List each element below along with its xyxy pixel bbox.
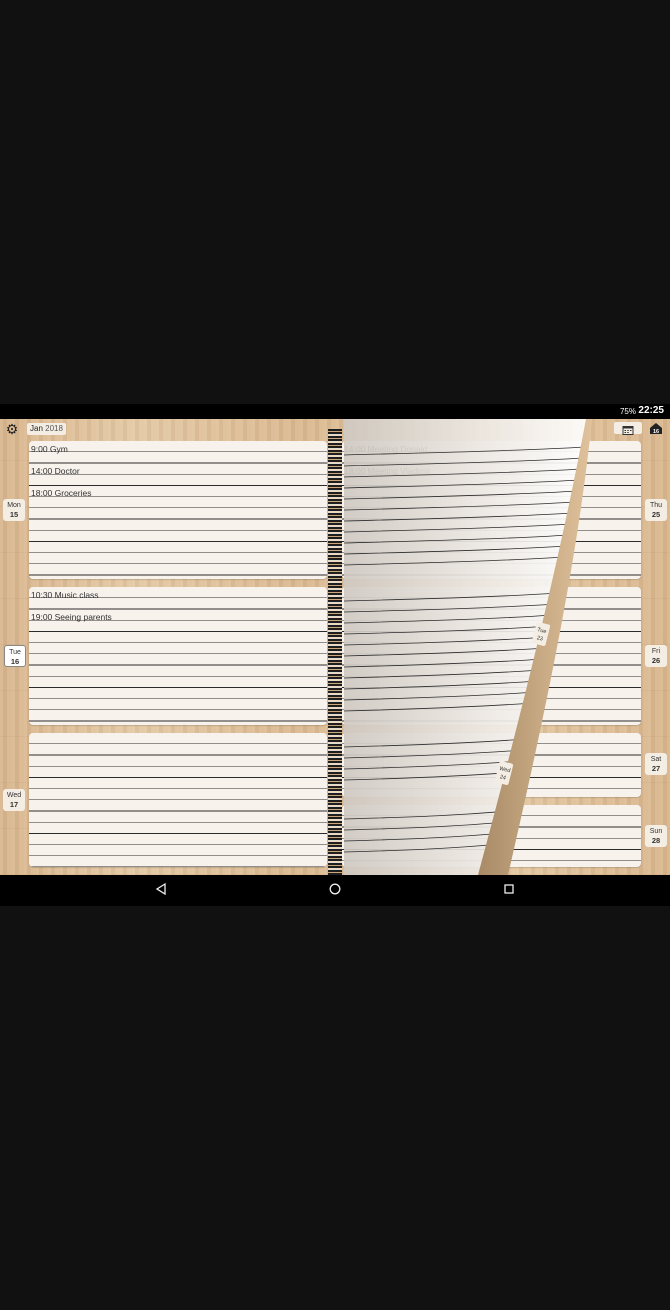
navigation-bar	[0, 875, 670, 906]
day-tab-number: 16	[10, 657, 20, 666]
home-icon[interactable]	[328, 883, 342, 897]
entry[interactable]: 14:00 Meeting Donald	[344, 444, 427, 454]
day-tab-wed[interactable]: Wed 17	[3, 789, 25, 811]
recents-icon[interactable]	[502, 883, 516, 897]
today-button[interactable]: 16	[648, 422, 664, 435]
gear-icon[interactable]: ⚙	[5, 422, 19, 436]
month-selector[interactable]: Jan 2018	[27, 423, 66, 435]
day-tab-number: 17	[9, 800, 19, 809]
day-tab-number: 26	[651, 656, 661, 665]
day-tab-label: Tue	[9, 649, 21, 656]
day-tab-mon[interactable]: Mon 15	[3, 499, 25, 521]
day-section-wed[interactable]	[29, 733, 327, 867]
day-tab-number: 28	[651, 836, 661, 845]
day-section-sun[interactable]	[342, 805, 641, 867]
day-tab-sat[interactable]: Sat 27	[645, 753, 667, 775]
entry[interactable]: 19:00 Seeing parents	[31, 612, 112, 622]
entry[interactable]: 14:00 Doctor	[31, 466, 80, 476]
year: 2018	[45, 424, 63, 433]
day-tab-number: 15	[9, 510, 19, 519]
day-section-fri[interactable]	[342, 587, 641, 725]
day-tab-label: Mon	[7, 502, 21, 509]
day-tab-fri[interactable]: Fri 26	[645, 645, 667, 667]
clock: 22:25	[638, 405, 664, 416]
planner: ⚙ Jan 2018 16 9:00 Gym 14:00 Doctor 18:0…	[0, 419, 670, 875]
status-bar: 75% 22:25	[0, 404, 670, 419]
day-section-tue[interactable]: 10:30 Music class 19:00 Seeing parents	[29, 587, 327, 725]
entry[interactable]: 18:00 Groceries	[31, 488, 91, 498]
day-tab-sun[interactable]: Sun 28	[645, 825, 667, 847]
day-section-mon[interactable]: 9:00 Gym 14:00 Doctor 18:00 Groceries	[29, 441, 327, 579]
day-section-thu[interactable]: 14:00 Meeting Donald 18:00 Meeting Vladi…	[342, 441, 641, 579]
day-tab-tue[interactable]: Tue 16	[4, 645, 26, 667]
calendar-icon	[622, 426, 634, 435]
day-tab-label: Sat	[650, 756, 662, 763]
day-tab-label: Fri	[651, 648, 661, 655]
day-tab-label: Sun	[649, 828, 663, 835]
entry[interactable]: 10:30 Music class	[31, 590, 99, 600]
calendar-button[interactable]	[614, 422, 642, 435]
day-tab-thu[interactable]: Thu 25	[645, 499, 667, 521]
month-name: Jan	[30, 424, 43, 433]
today-icon: 16	[650, 423, 662, 435]
entry[interactable]: 9:00 Gym	[31, 444, 68, 454]
back-icon[interactable]	[154, 882, 168, 897]
battery-level: 75%	[619, 407, 636, 416]
day-tab-label: Thu	[649, 502, 663, 509]
day-section-sat[interactable]	[342, 733, 641, 797]
entry[interactable]: 18:00 Meeting Vladimir	[344, 466, 431, 476]
day-tab-label: Wed	[6, 792, 22, 799]
day-tab-number: 27	[651, 764, 661, 773]
today-number: 16	[653, 429, 659, 435]
spiral-binding	[328, 429, 342, 875]
day-tab-number: 25	[651, 510, 661, 519]
